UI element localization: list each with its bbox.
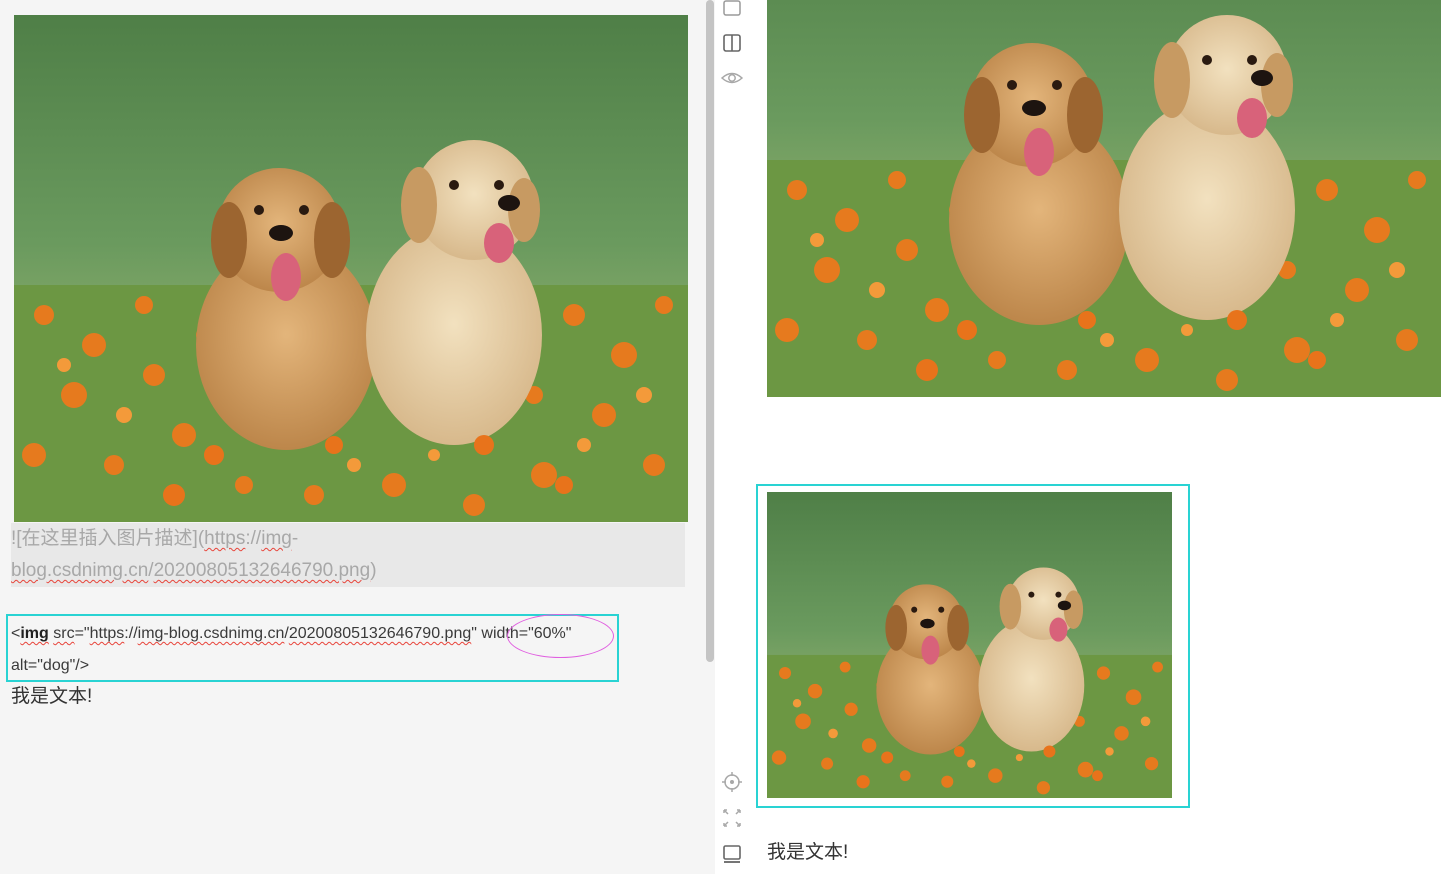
md-syntax-close: ) [370,560,377,581]
md-syntax-text: ![在这里插入图片描述]( [11,528,205,549]
md-url-host-start: img [261,528,292,549]
md-url-scheme: https [204,528,246,549]
md-url-host: blog.csdnimg.cn [11,560,149,581]
scroll-sync-icon[interactable] [720,806,744,830]
editor-scrollbar[interactable] [706,0,714,662]
editor-inline-image [14,15,688,522]
toc-icon[interactable] [720,842,744,866]
markdown-preview-pane[interactable]: 我是文本! [749,0,1449,874]
md-url-file: 20200805132646790.png [153,560,371,581]
preview-image-full-width [767,0,1441,423]
locate-icon[interactable] [720,770,744,794]
markdown-image-syntax[interactable]: ![在这里插入图片描述](https://img- blog.csdnimg.c… [11,523,685,587]
width-attr-highlight-ellipse [507,614,614,658]
md-url-dash: - [291,528,299,549]
preview-image-60-percent [767,492,1172,798]
fullscreen-icon[interactable] [720,0,744,20]
view-toolbar [715,0,749,874]
preview-eye-icon[interactable] [720,66,744,90]
markdown-editor-pane[interactable]: ![在这里插入图片描述](https://img- blog.csdnimg.c… [0,0,715,874]
md-url-sep: :// [245,528,262,549]
split-view-icon[interactable] [720,31,744,55]
preview-body-text: 我是文本! [767,842,849,863]
editor-body-text: 我是文本! [11,686,93,707]
